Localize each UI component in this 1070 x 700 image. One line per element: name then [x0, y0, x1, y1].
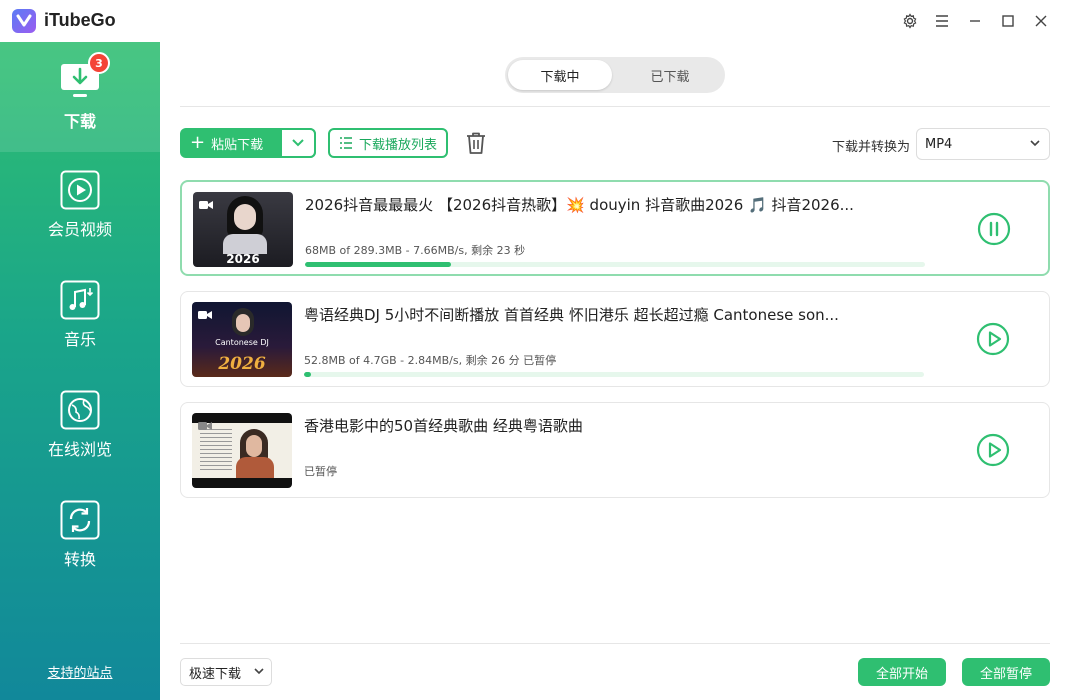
download-item[interactable]: Cantonese DJ 2026 粤语经典DJ 5小时不间断播放 首首经典 怀… [180, 291, 1050, 387]
download-speed-value: 极速下载 [189, 666, 242, 682]
sidebar-item-browse-online[interactable]: 在线浏览 [0, 372, 160, 482]
download-tabs: 下载中 已下载 [505, 57, 725, 93]
play-icon[interactable] [976, 322, 1010, 356]
thumbnail-caption: Cantonese DJ [215, 338, 269, 347]
settings-gear-icon[interactable] [900, 11, 920, 31]
plus-icon: + [190, 132, 206, 153]
thumbnail-year: 2026 [218, 354, 266, 374]
music-icon [60, 280, 100, 320]
start-all-button[interactable]: 全部开始 [858, 658, 946, 686]
download-count-badge: 3 [88, 52, 110, 74]
sidebar-item-label: 下载 [63, 112, 96, 131]
playlist-icon [339, 137, 352, 149]
menu-icon[interactable] [932, 11, 952, 31]
chevron-down-icon [292, 139, 304, 147]
sidebar-item-label: 转换 [63, 550, 96, 569]
chevron-down-icon [1030, 140, 1040, 147]
browser-globe-icon [60, 390, 100, 430]
sidebar-item-music[interactable]: 音乐 [0, 262, 160, 372]
video-thumbnail: 2026 [193, 192, 293, 267]
paste-download-button[interactable]: + 粘贴下载 [180, 128, 316, 158]
paste-download-label: 粘贴下载 [211, 137, 264, 153]
app-logo-icon [12, 9, 36, 33]
download-status: 已暂停 [304, 465, 337, 478]
supported-sites-link[interactable]: 支持的站点 [0, 662, 160, 681]
format-select[interactable]: MP4 [916, 128, 1050, 160]
convert-icon [60, 500, 100, 540]
download-speed-select[interactable]: 极速下载 [180, 658, 272, 686]
download-status: 68MB of 289.3MB - 7.66MB/s, 剩余 23 秒 [305, 244, 526, 257]
download-title: 香港电影中的50首经典歌曲 经典粤语歌曲 [304, 417, 583, 435]
play-circle-icon [60, 170, 100, 210]
paste-options-dropdown[interactable] [280, 128, 316, 158]
tab-downloaded[interactable]: 已下载 [618, 60, 722, 90]
download-playlist-button[interactable]: 下载播放列表 [328, 128, 448, 158]
thumbnail-caption: 2026 [226, 252, 260, 266]
pause-icon[interactable] [977, 212, 1011, 246]
video-camera-icon [199, 201, 213, 209]
download-item[interactable]: 2026 2026抖音最最最火 【2026抖音热歌】💥 douyin 抖音歌曲2… [180, 180, 1050, 276]
video-thumbnail [192, 413, 292, 488]
sidebar-item-label: 会员视频 [47, 220, 112, 239]
download-progress-fill [304, 372, 311, 377]
download-playlist-label: 下载播放列表 [358, 137, 437, 153]
divider [180, 106, 1050, 107]
sidebar-item-download[interactable]: 3 下载 [0, 42, 160, 152]
divider [180, 643, 1050, 644]
play-icon[interactable] [976, 433, 1010, 467]
trash-icon[interactable] [463, 130, 489, 156]
video-thumbnail: Cantonese DJ 2026 [192, 302, 292, 377]
download-title: 2026抖音最最最火 【2026抖音热歌】💥 douyin 抖音歌曲2026 🎵… [305, 196, 854, 214]
video-camera-icon [198, 422, 212, 430]
download-title: 粤语经典DJ 5小时不间断播放 首首经典 怀旧港乐 超长超过瘾 Cantones… [304, 306, 839, 324]
sidebar-item-label: 在线浏览 [47, 440, 112, 459]
video-camera-icon [198, 311, 212, 319]
sidebar-item-label: 音乐 [63, 330, 96, 349]
download-progress-fill [305, 262, 451, 267]
pause-all-button[interactable]: 全部暂停 [962, 658, 1050, 686]
download-item[interactable]: 香港电影中的50首经典歌曲 经典粤语歌曲 已暂停 [180, 402, 1050, 498]
sidebar-item-member-video[interactable]: 会员视频 [0, 152, 160, 262]
download-status: 52.8MB of 4.7GB - 2.84MB/s, 剩余 26 分 已暂停 [304, 354, 557, 367]
sidebar: 3 下载 会员视频 音乐 在线浏览 转换 支持的站点 [0, 42, 160, 700]
minimize-icon[interactable] [965, 11, 985, 31]
close-icon[interactable] [1031, 11, 1051, 31]
download-progress-bar [305, 262, 925, 267]
format-value: MP4 [925, 136, 953, 152]
sidebar-item-convert[interactable]: 转换 [0, 482, 160, 592]
app-title: iTubeGo [44, 10, 116, 30]
tab-downloading[interactable]: 下载中 [508, 60, 612, 90]
title-bar: iTubeGo [0, 0, 1070, 42]
convert-to-label: 下载并转换为 [832, 140, 911, 155]
main-panel: 下载中 已下载 + 粘贴下载 下载播放列表 下载并转换为 MP4 2026 20… [160, 42, 1070, 700]
maximize-icon[interactable] [998, 11, 1018, 31]
chevron-down-icon [254, 668, 264, 675]
download-progress-bar [304, 372, 924, 377]
